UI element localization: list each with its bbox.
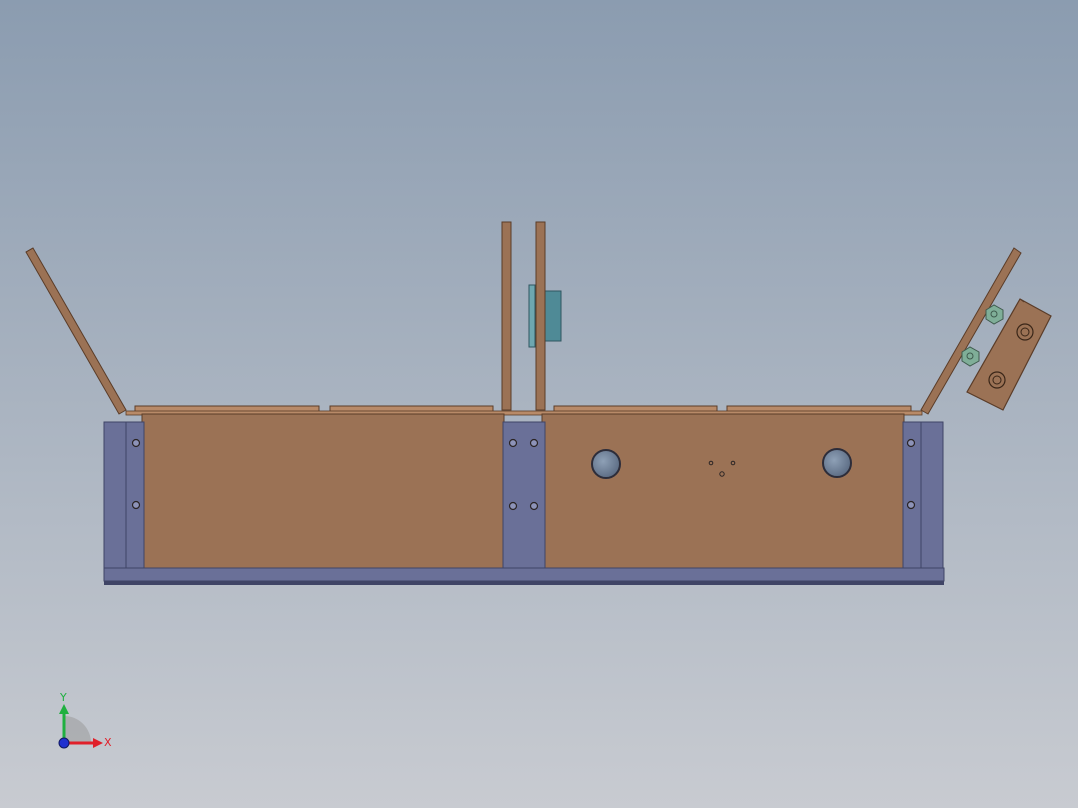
front-panel-right[interactable] <box>541 413 905 569</box>
center-divider-left[interactable] <box>501 221 512 411</box>
center-divider-right[interactable] <box>535 221 546 411</box>
svg-text:Y: Y <box>59 691 67 704</box>
steel-post-right[interactable] <box>902 421 944 571</box>
cable-port-left[interactable] <box>591 449 621 479</box>
base-rail[interactable] <box>103 567 945 585</box>
svg-text:X: X <box>104 736 112 749</box>
steel-post-center[interactable] <box>502 421 546 571</box>
front-panel-left[interactable] <box>141 413 505 569</box>
steel-post-left[interactable] <box>103 421 145 571</box>
cable-port-right[interactable] <box>822 448 852 478</box>
cad-graphics-viewport[interactable]: Y X <box>0 0 1078 808</box>
model-canvas[interactable]: Y X <box>0 0 1078 808</box>
triad-z-axis <box>58 737 70 749</box>
